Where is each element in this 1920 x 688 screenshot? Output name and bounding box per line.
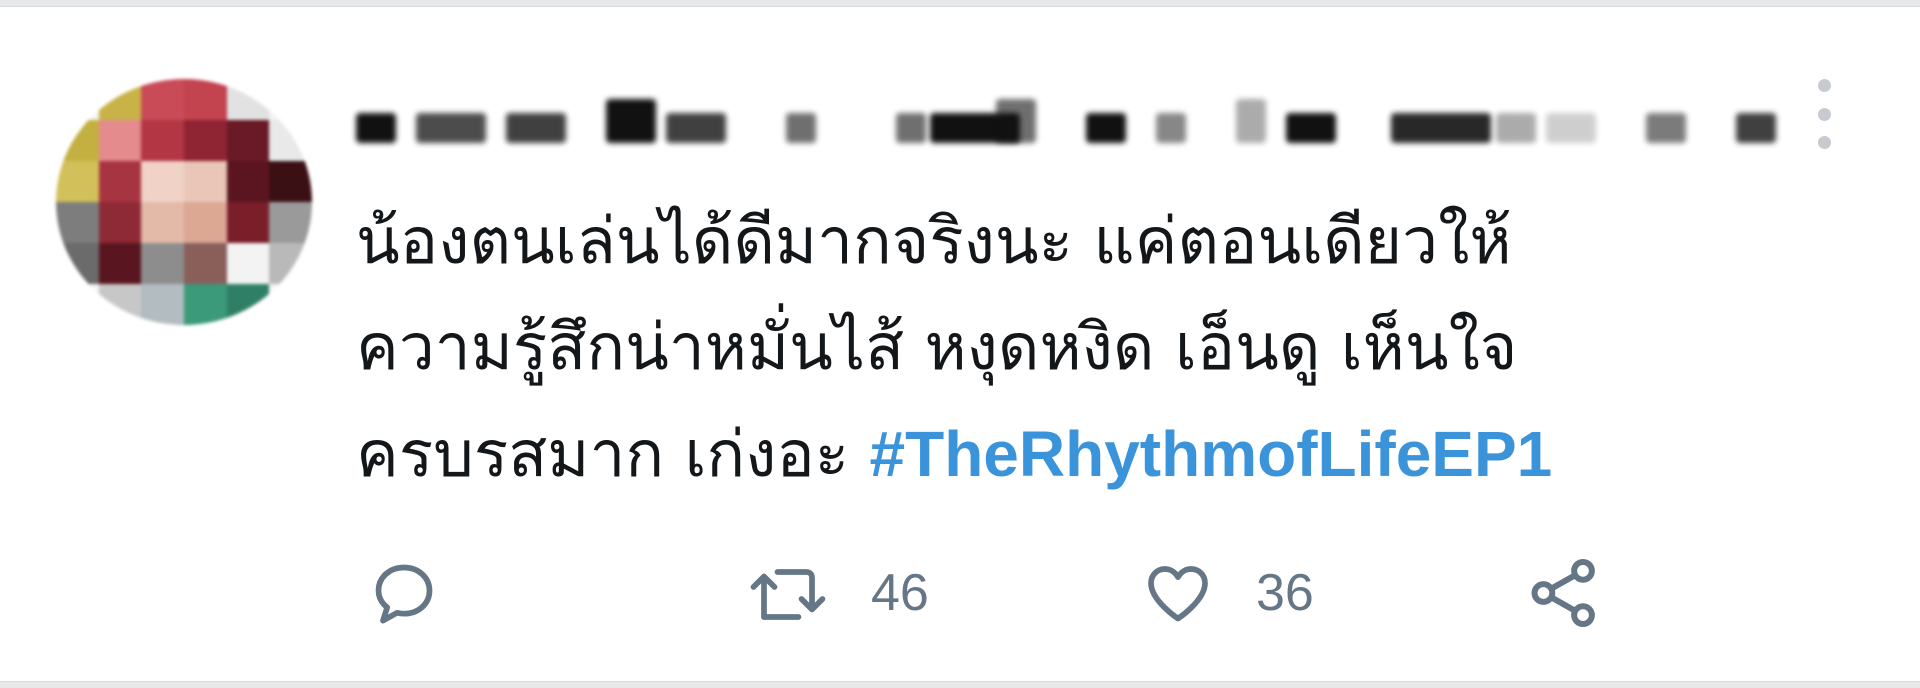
retweet-button[interactable]: 46: [745, 553, 929, 633]
share-icon: [1531, 558, 1595, 628]
hashtag-link[interactable]: #TheRhythmofLifeEP1: [870, 418, 1553, 490]
author-name-redacted[interactable]: [356, 99, 1776, 155]
like-button[interactable]: 36: [1140, 553, 1314, 633]
avatar[interactable]: [56, 79, 312, 325]
retweet-icon: [750, 569, 826, 620]
retweet-count: 46: [871, 564, 929, 622]
share-button[interactable]: [1526, 553, 1602, 633]
more-options-icon[interactable]: [1810, 79, 1838, 149]
reply-button[interactable]: [368, 553, 440, 633]
heart-icon: [1148, 566, 1208, 622]
tweet-card: น้องตนเล่นได้ดีมากจริงนะ แค่ตอนเดียวให้ …: [0, 6, 1920, 682]
tweet-text: น้องตนเล่นได้ดีมากจริงนะ แค่ตอนเดียวให้ …: [356, 189, 1886, 508]
like-count: 36: [1256, 564, 1314, 622]
reply-icon: [375, 564, 433, 624]
tweet-actions: 46 36: [0, 543, 1920, 643]
